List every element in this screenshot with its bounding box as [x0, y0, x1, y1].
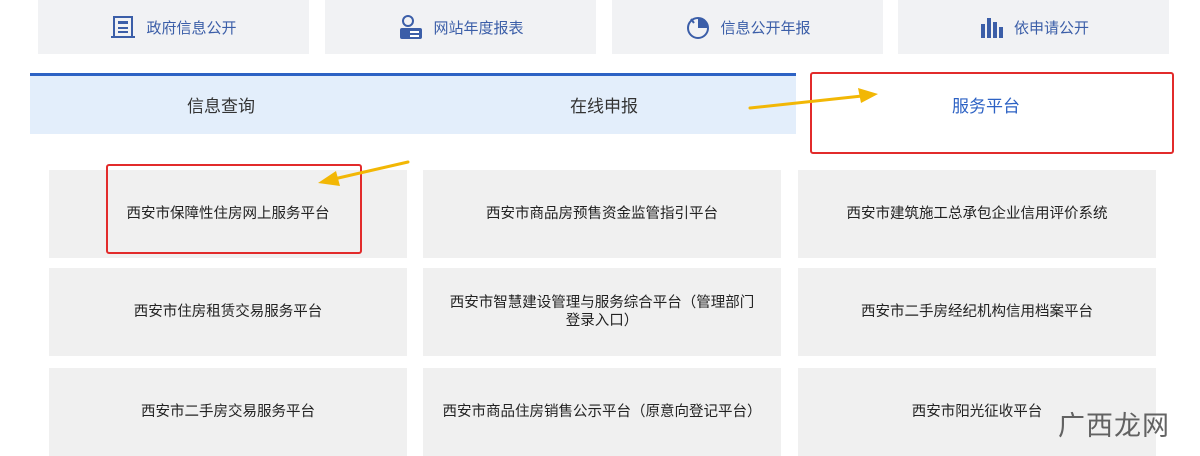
arrow-to-service-tab [748, 88, 878, 110]
watermark-logo: 广西龙网 [1058, 411, 1170, 442]
annotation-arrows [318, 88, 878, 186]
arrow-to-affordable-housing [318, 160, 410, 186]
